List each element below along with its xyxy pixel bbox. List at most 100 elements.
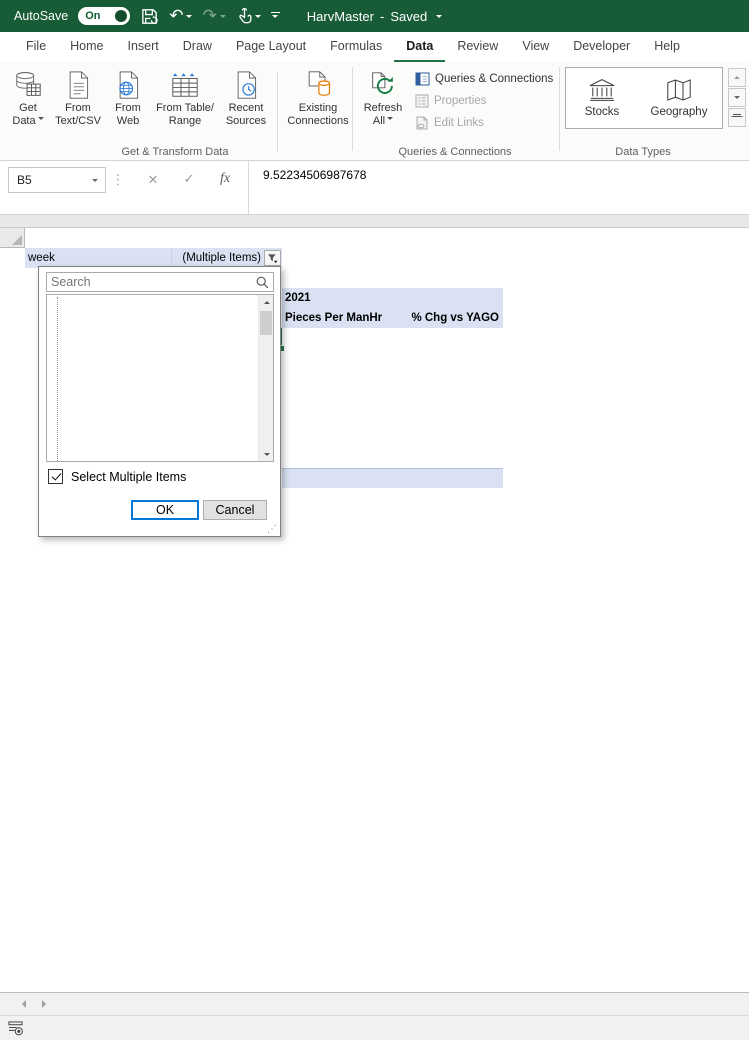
previous-sheet-arrow-icon[interactable] bbox=[18, 1000, 26, 1008]
scrollbar-thumb[interactable] bbox=[260, 311, 272, 335]
geography-data-type[interactable]: Geography bbox=[638, 68, 720, 128]
menu-tab-developer[interactable]: Developer bbox=[561, 33, 642, 62]
checkbox-checked-icon bbox=[48, 469, 63, 484]
macro-record-icon[interactable] bbox=[8, 1021, 23, 1036]
list-scrollbar[interactable] bbox=[258, 295, 273, 461]
from-text-label-2: Text/CSV bbox=[55, 115, 101, 127]
cell-D3-year[interactable]: 2021 bbox=[285, 288, 403, 308]
chevron-down-icon[interactable] bbox=[92, 178, 98, 185]
cancel-button[interactable]: Cancel bbox=[203, 500, 267, 520]
menu-tab-help[interactable]: Help bbox=[642, 33, 692, 62]
existing-connections-label-1: Existing bbox=[298, 102, 338, 114]
properties-icon bbox=[415, 94, 429, 108]
name-box[interactable]: B5 bbox=[8, 167, 106, 193]
menu-tab-data[interactable]: Data bbox=[394, 33, 446, 62]
ok-button[interactable]: OK bbox=[131, 500, 199, 520]
from-text-label-1: From bbox=[65, 102, 91, 114]
recent-sources-button[interactable]: Recent Sources bbox=[218, 65, 274, 131]
chevron-down-icon[interactable] bbox=[186, 14, 193, 21]
scrollbar-down-button[interactable] bbox=[259, 447, 273, 461]
group-label-data-types: Data Types bbox=[615, 146, 671, 158]
from-web-button[interactable]: From Web bbox=[104, 65, 152, 131]
redo-button-disabled bbox=[202, 6, 226, 26]
pivot-filter-popup: Select Multiple Items OK Cancel bbox=[38, 266, 281, 537]
existing-connections-button[interactable]: Existing Connections bbox=[281, 65, 355, 131]
connections-icon bbox=[303, 68, 333, 102]
cell-E4-header[interactable]: % Chg vs YAGO bbox=[403, 308, 499, 328]
select-multiple-items-label: Select Multiple Items bbox=[71, 469, 187, 484]
cancel-entry-button[interactable] bbox=[140, 167, 166, 191]
gallery-more-button[interactable] bbox=[728, 108, 746, 127]
autosave-state: On bbox=[85, 10, 101, 22]
from-table-range-button[interactable]: From Table/ Range bbox=[152, 65, 218, 131]
group-label-queries-connections: Queries & Connections bbox=[398, 146, 512, 158]
chevron-down-icon bbox=[37, 117, 44, 123]
pivot-filter-row: week (Multiple Items) bbox=[25, 248, 282, 268]
title-bar: AutoSave On HarvMaster - Saved bbox=[0, 0, 749, 32]
chevron-down-icon bbox=[387, 117, 394, 123]
select-all-corner[interactable] bbox=[0, 228, 25, 248]
from-text-csv-button[interactable]: From Text/CSV bbox=[52, 65, 104, 131]
cell-B1-filter-value[interactable]: (Multiple Items) bbox=[172, 248, 282, 268]
formula-value: 9.52234506987678 bbox=[263, 168, 367, 182]
menu-tab-review[interactable]: Review bbox=[445, 33, 510, 62]
title-separator: - bbox=[379, 8, 385, 24]
scrollbar-up-button[interactable] bbox=[259, 295, 273, 309]
menu-tab-formulas[interactable]: Formulas bbox=[318, 33, 394, 62]
queries-connections-button[interactable]: Queries & Connections bbox=[415, 72, 553, 86]
formula-grid-gap bbox=[0, 215, 749, 228]
insert-function-button[interactable] bbox=[212, 167, 238, 191]
next-sheet-arrow-icon[interactable] bbox=[42, 1000, 50, 1008]
from-table-label-1: From Table/ bbox=[156, 102, 214, 114]
gallery-scroll-up-button[interactable] bbox=[728, 68, 746, 87]
edit-links-icon bbox=[416, 116, 428, 130]
ribbon-group-data-types: Stocks Geography Data Types bbox=[560, 62, 726, 160]
from-web-label-2: Web bbox=[116, 115, 140, 127]
get-data-label-1: Get bbox=[19, 102, 37, 114]
properties-button-disabled: Properties bbox=[415, 94, 486, 108]
chevron-down-icon[interactable] bbox=[436, 14, 443, 21]
menu-tab-page-layout[interactable]: Page Layout bbox=[224, 33, 318, 62]
bank-icon bbox=[589, 79, 615, 101]
customize-quick-access-toolbar-button[interactable] bbox=[270, 11, 280, 21]
database-icon bbox=[13, 68, 43, 102]
sheet-nav-arrows bbox=[22, 993, 46, 1015]
menu-tab-view[interactable]: View bbox=[510, 33, 561, 62]
refresh-icon bbox=[368, 68, 398, 102]
search-icon bbox=[256, 276, 269, 288]
queries-pane-icon bbox=[415, 72, 430, 86]
stocks-data-type[interactable]: Stocks bbox=[566, 68, 638, 128]
existing-connections-label-2: Connections bbox=[287, 115, 349, 127]
formula-bar-splitter[interactable] bbox=[110, 167, 126, 191]
touch-pointer-icon bbox=[238, 7, 252, 24]
active-cell-reference: B5 bbox=[17, 173, 32, 187]
enter-entry-button[interactable] bbox=[176, 167, 202, 191]
cell-A1-filter-field[interactable]: week bbox=[25, 248, 172, 268]
ribbon-group-queries-connections: Refresh All Queries & Connections Proper… bbox=[353, 62, 557, 160]
menu-tab-home[interactable]: Home bbox=[58, 33, 115, 62]
table-icon bbox=[170, 68, 200, 102]
save-icon[interactable] bbox=[140, 7, 159, 26]
select-multiple-items-checkbox[interactable]: Select Multiple Items bbox=[48, 469, 186, 484]
menu-tabs: File Home Insert Draw Page Layout Formulas Dat… bbox=[0, 32, 749, 62]
get-data-button[interactable]: Get Data bbox=[4, 65, 52, 131]
chevron-down-icon[interactable] bbox=[254, 14, 261, 21]
cell-D4-header[interactable]: Pieces Per ManHr bbox=[285, 308, 403, 328]
filter-search-box[interactable] bbox=[46, 272, 274, 292]
search-input[interactable] bbox=[47, 273, 256, 291]
menu-tab-file[interactable]: File bbox=[14, 33, 58, 62]
menu-tab-draw[interactable]: Draw bbox=[171, 33, 224, 62]
pivot-filter-dropdown-button[interactable] bbox=[264, 250, 281, 266]
undo-button[interactable] bbox=[169, 6, 193, 26]
refresh-all-label-1: Refresh bbox=[363, 102, 403, 114]
sheet-tab-strip bbox=[0, 992, 749, 1015]
touch-mouse-mode-button[interactable] bbox=[236, 7, 261, 25]
resize-grip[interactable] bbox=[267, 524, 277, 535]
refresh-all-button[interactable]: Refresh All bbox=[356, 65, 410, 131]
edit-links-button-disabled: Edit Links bbox=[415, 116, 484, 130]
chevron-up-icon bbox=[734, 73, 740, 79]
autosave-toggle[interactable]: On bbox=[78, 7, 131, 25]
menu-tab-insert[interactable]: Insert bbox=[116, 33, 171, 62]
gallery-scroll-down-button[interactable] bbox=[728, 88, 746, 107]
formula-input[interactable]: 9.52234506987678 bbox=[248, 161, 749, 214]
